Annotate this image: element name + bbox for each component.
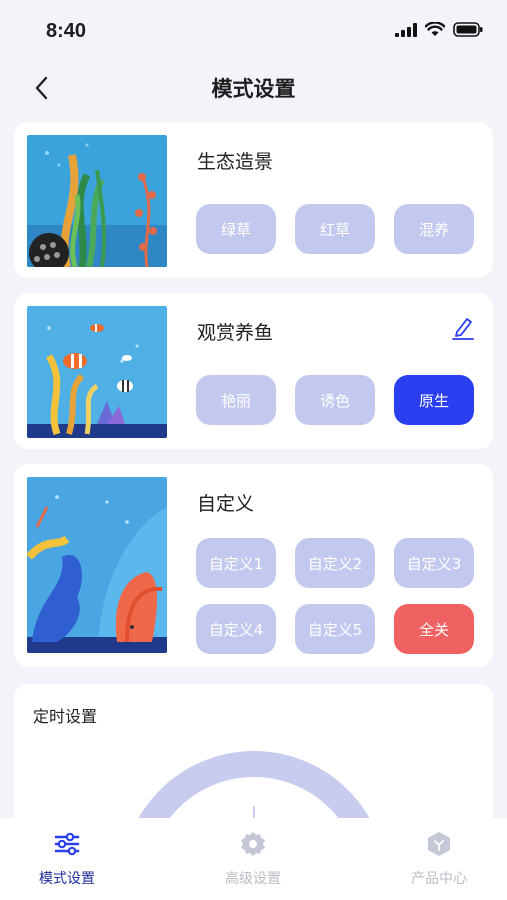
chip-custom-1[interactable]: 自定义1 — [196, 538, 276, 588]
fish-thumbnail — [27, 306, 167, 438]
status-time: 8:40 — [46, 20, 87, 42]
tab-bar: 模式设置 高级设置 产品中心 — [0, 818, 507, 900]
tab-advanced-settings[interactable]: 高级设置 — [193, 830, 313, 888]
chip-mixed[interactable]: 混养 — [394, 204, 474, 254]
tab-product-center[interactable]: 产品中心 — [379, 830, 499, 888]
wifi-icon — [425, 22, 445, 36]
tab-mode-settings[interactable]: 模式设置 — [7, 830, 127, 888]
chip-native[interactable]: 原生 — [394, 375, 474, 425]
status-icons — [395, 22, 483, 37]
edit-icon[interactable] — [451, 315, 475, 341]
card-title-fish: 观赏养鱼 — [197, 322, 274, 344]
chip-custom-5[interactable]: 自定义5 — [295, 604, 375, 654]
landscape-thumbnail — [27, 135, 167, 267]
mode-card-custom: 自定义 自定义1 自定义2 自定义3 自定义4 自定义5 全关 — [14, 464, 493, 667]
chip-lure-color[interactable]: 诱色 — [295, 375, 375, 425]
nav-bar: 模式设置 — [0, 64, 507, 112]
chip-green-grass[interactable]: 绿草 — [196, 204, 276, 254]
gear-icon — [241, 832, 265, 856]
chip-custom-3[interactable]: 自定义3 — [394, 538, 474, 588]
custom-thumbnail — [27, 477, 167, 653]
battery-icon — [453, 22, 483, 37]
chip-all-off[interactable]: 全关 — [394, 604, 474, 654]
signal-icon — [395, 22, 417, 37]
tab-label-product-center: 产品中心 — [411, 871, 467, 887]
status-bar: 8:40 — [0, 0, 507, 64]
mode-card-landscape: 生态造景 绿草 红草 混养 — [14, 122, 493, 278]
card-title-landscape: 生态造景 — [197, 151, 274, 173]
chip-red-grass[interactable]: 红草 — [295, 204, 375, 254]
mode-card-fish: 观赏养鱼 艳丽 诱色 原生 — [14, 293, 493, 449]
card-title-custom: 自定义 — [197, 493, 255, 515]
hexagon-icon — [428, 832, 450, 856]
page-title: 模式设置 — [211, 77, 296, 101]
tab-label-mode-settings: 模式设置 — [39, 871, 95, 887]
chip-vivid[interactable]: 艳丽 — [196, 375, 276, 425]
tab-label-advanced-settings: 高级设置 — [225, 871, 281, 887]
sliders-icon — [54, 832, 80, 856]
chip-custom-2[interactable]: 自定义2 — [295, 538, 375, 588]
chip-custom-4[interactable]: 自定义4 — [196, 604, 276, 654]
